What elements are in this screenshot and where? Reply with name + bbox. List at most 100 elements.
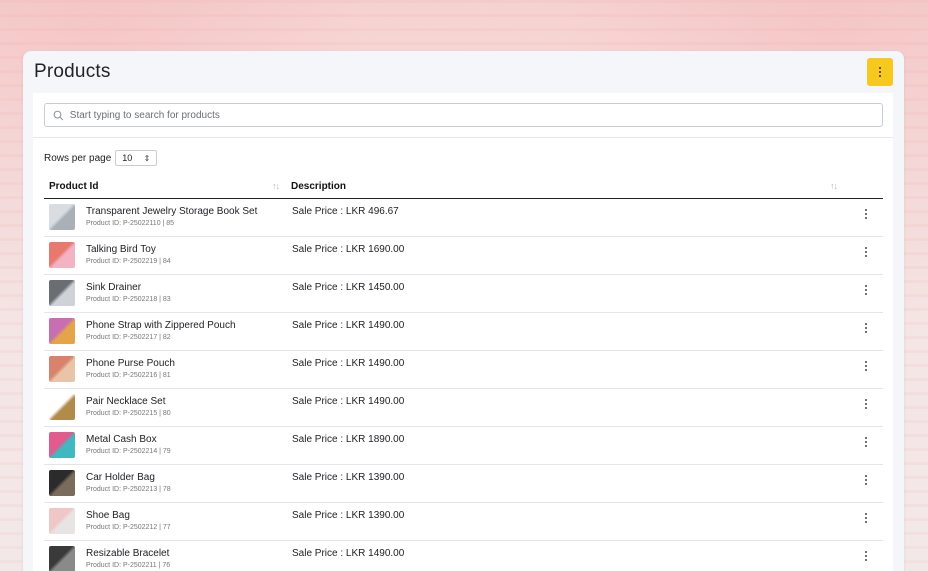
search-bar xyxy=(33,93,893,138)
product-id-text: Product ID: P-2502214 | 79 xyxy=(86,448,171,455)
column-header-label: Product Id xyxy=(49,180,99,192)
row-actions-button[interactable] xyxy=(849,465,883,485)
table-row[interactable]: Transparent Jewelry Storage Book Set Pro… xyxy=(44,199,883,237)
product-info: Car Holder Bag Product ID: P-2502213 | 7… xyxy=(86,470,171,496)
kebab-icon xyxy=(865,323,867,333)
description-cell: Sale Price : LKR 1490.00 xyxy=(292,548,405,559)
page-title: Products xyxy=(34,61,111,82)
product-thumbnail xyxy=(49,204,75,230)
products-table: Product Id ↑↓ Description ↑↓ Transparent… xyxy=(44,174,883,571)
product-id-text: Product ID: P-2502215 | 80 xyxy=(86,410,171,417)
product-id-text: Product ID: P-2502219 | 84 xyxy=(86,258,171,265)
more-options-button[interactable] xyxy=(867,58,893,86)
sort-icon[interactable]: ↑↓ xyxy=(830,181,838,192)
description-cell: Sale Price : LKR 1390.00 xyxy=(292,472,405,483)
product-thumbnail xyxy=(49,318,75,344)
description-cell: Sale Price : LKR 496.67 xyxy=(292,206,399,217)
product-info: Transparent Jewelry Storage Book Set Pro… xyxy=(86,204,257,230)
table-row[interactable]: Resizable Bracelet Product ID: P-2502211… xyxy=(44,541,883,571)
rows-per-page-select[interactable]: 10 ⇕ xyxy=(115,150,158,166)
product-name: Talking Bird Toy xyxy=(86,244,156,255)
search-input[interactable] xyxy=(69,109,882,121)
table-row[interactable]: Talking Bird Toy Product ID: P-2502219 |… xyxy=(44,237,883,275)
product-id-text: Product ID: P-2502218 | 83 xyxy=(86,296,171,303)
product-id-text: Product ID: P-2502217 | 82 xyxy=(86,334,171,341)
product-thumbnail xyxy=(49,242,75,268)
product-id-text: Product ID: P-25022110 | 85 xyxy=(86,220,175,227)
product-id-cell: Resizable Bracelet Product ID: P-2502211… xyxy=(44,541,285,571)
description-cell: Sale Price : LKR 1690.00 xyxy=(292,244,405,255)
product-name: Metal Cash Box xyxy=(86,434,157,445)
description-cell: Sale Price : LKR 1490.00 xyxy=(292,320,405,331)
row-actions-button[interactable] xyxy=(849,427,883,447)
product-name: Phone Strap with Zippered Pouch xyxy=(86,320,236,331)
column-header-label: Description xyxy=(291,180,347,192)
row-actions-button[interactable] xyxy=(849,237,883,257)
kebab-icon xyxy=(865,437,867,447)
product-id-cell: Phone Strap with Zippered Pouch Product … xyxy=(44,313,285,344)
product-id-cell: Transparent Jewelry Storage Book Set Pro… xyxy=(44,199,285,230)
description-cell: Sale Price : LKR 1490.00 xyxy=(292,358,405,369)
kebab-icon xyxy=(865,361,867,371)
kebab-icon xyxy=(865,513,867,523)
product-id-text: Product ID: P-2502212 | 77 xyxy=(86,524,171,531)
product-name: Pair Necklace Set xyxy=(86,396,166,407)
column-header-description[interactable]: Description ↑↓ xyxy=(285,181,849,192)
table-row[interactable]: Sink Drainer Product ID: P-2502218 | 83 … xyxy=(44,275,883,313)
select-arrows-icon: ⇕ xyxy=(143,153,151,163)
rows-per-page-value: 10 xyxy=(122,153,133,163)
product-info: Resizable Bracelet Product ID: P-2502211… xyxy=(86,546,170,571)
product-name: Car Holder Bag xyxy=(86,472,155,483)
product-thumbnail xyxy=(49,508,75,534)
row-actions-button[interactable] xyxy=(849,351,883,371)
search-icon xyxy=(53,110,64,120)
row-actions-button[interactable] xyxy=(849,199,883,219)
table-row[interactable]: Metal Cash Box Product ID: P-2502214 | 7… xyxy=(44,427,883,465)
row-actions-button[interactable] xyxy=(849,541,883,561)
product-thumbnail xyxy=(49,432,75,458)
product-thumbnail xyxy=(49,470,75,496)
kebab-icon xyxy=(865,399,867,409)
table-row[interactable]: Shoe Bag Product ID: P-2502212 | 77 Sale… xyxy=(44,503,883,541)
product-id-cell: Pair Necklace Set Product ID: P-2502215 … xyxy=(44,389,285,420)
product-thumbnail xyxy=(49,394,75,420)
table-body: Transparent Jewelry Storage Book Set Pro… xyxy=(44,199,883,571)
products-panel: Rows per page 10 ⇕ Product Id ↑↓ Descrip… xyxy=(33,93,893,571)
search-box[interactable] xyxy=(44,103,883,127)
product-id-text: Product ID: P-2502216 | 81 xyxy=(86,372,171,379)
products-card: Products Rows per page 10 ⇕ xyxy=(23,51,904,571)
table-row[interactable]: Phone Purse Pouch Product ID: P-2502216 … xyxy=(44,351,883,389)
product-info: Talking Bird Toy Product ID: P-2502219 |… xyxy=(86,242,171,268)
product-name: Resizable Bracelet xyxy=(86,548,170,559)
product-thumbnail xyxy=(49,356,75,382)
product-name: Transparent Jewelry Storage Book Set xyxy=(86,206,258,217)
product-id-cell: Car Holder Bag Product ID: P-2502213 | 7… xyxy=(44,465,285,496)
product-thumbnail xyxy=(49,280,75,306)
row-actions-button[interactable] xyxy=(849,313,883,333)
kebab-icon xyxy=(865,247,867,257)
table-header: Product Id ↑↓ Description ↑↓ xyxy=(44,174,883,199)
product-name: Shoe Bag xyxy=(86,510,130,521)
product-info: Metal Cash Box Product ID: P-2502214 | 7… xyxy=(86,432,171,458)
product-id-text: Product ID: P-2502211 | 76 xyxy=(86,562,171,569)
table-row[interactable]: Phone Strap with Zippered Pouch Product … xyxy=(44,313,883,351)
column-header-product-id[interactable]: Product Id ↑↓ xyxy=(44,181,285,192)
description-cell: Sale Price : LKR 1490.00 xyxy=(292,396,405,407)
product-name: Sink Drainer xyxy=(86,282,142,293)
table-row[interactable]: Car Holder Bag Product ID: P-2502213 | 7… xyxy=(44,465,883,503)
card-header: Products xyxy=(23,51,904,93)
product-info: Pair Necklace Set Product ID: P-2502215 … xyxy=(86,394,171,420)
row-actions-button[interactable] xyxy=(849,389,883,409)
description-cell: Sale Price : LKR 1390.00 xyxy=(292,510,405,521)
sort-icon[interactable]: ↑↓ xyxy=(272,181,280,192)
kebab-icon xyxy=(865,209,867,219)
product-id-cell: Sink Drainer Product ID: P-2502218 | 83 xyxy=(44,275,285,306)
product-info: Sink Drainer Product ID: P-2502218 | 83 xyxy=(86,280,171,306)
description-cell: Sale Price : LKR 1890.00 xyxy=(292,434,405,445)
row-actions-button[interactable] xyxy=(849,275,883,295)
table-row[interactable]: Pair Necklace Set Product ID: P-2502215 … xyxy=(44,389,883,427)
kebab-icon xyxy=(865,551,867,561)
product-thumbnail xyxy=(49,546,75,571)
row-actions-button[interactable] xyxy=(849,503,883,523)
product-id-cell: Talking Bird Toy Product ID: P-2502219 |… xyxy=(44,237,285,268)
